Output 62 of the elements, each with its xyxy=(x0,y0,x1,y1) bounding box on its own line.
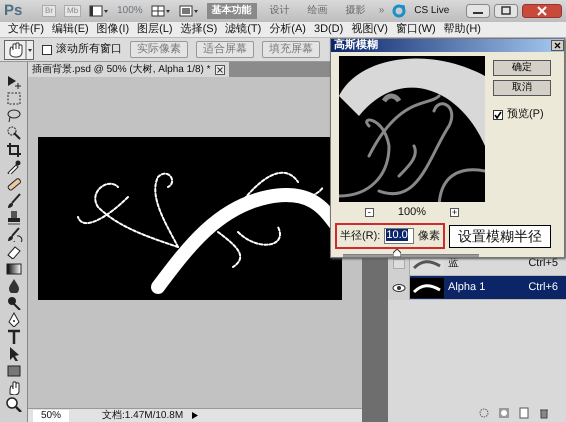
cs-live-menu[interactable]: CS Live xyxy=(414,5,450,17)
shortcut-text: Ctrl+6 xyxy=(528,280,558,294)
unit-label: 像素 xyxy=(418,230,440,243)
new-channel-icon[interactable] xyxy=(518,407,530,419)
zoom-icon[interactable] xyxy=(4,396,22,412)
zoom-in-button[interactable]: + xyxy=(450,208,460,218)
view-extras-icon[interactable] xyxy=(89,5,110,17)
document-size-text: 文档:1.47M/10.8M xyxy=(102,410,184,422)
menu-item[interactable]: 选择(S) xyxy=(176,22,222,36)
channel-name: Alpha 1 xyxy=(448,280,486,294)
visibility-toggle[interactable] xyxy=(392,258,404,268)
checkbox[interactable] xyxy=(493,110,503,120)
menu-item[interactable]: 帮助(H) xyxy=(440,22,485,36)
workspace-tab[interactable]: 绘画 xyxy=(302,3,333,19)
slider-thumb[interactable] xyxy=(393,249,402,258)
menu-item[interactable]: 编辑(E) xyxy=(48,22,93,36)
radius-label: 半径(R): xyxy=(340,230,380,243)
eyedropper-tool-icon[interactable] xyxy=(4,158,22,174)
zoom-level-text: 100% xyxy=(398,206,426,220)
menu-item[interactable]: 3D(D) xyxy=(310,22,348,36)
checkbox[interactable] xyxy=(42,44,52,54)
option-button[interactable]: 实际像素 xyxy=(130,40,188,58)
channel-name: 蓝 xyxy=(448,256,459,270)
menu-item[interactable]: 视图(V) xyxy=(347,22,392,36)
checkbox-label: 滚动所有窗口 xyxy=(56,42,122,56)
shortcut-text: Ctrl+5 xyxy=(528,256,558,270)
screen-mode-icon[interactable] xyxy=(178,5,199,17)
menu-item[interactable]: 滤镜(T) xyxy=(221,22,266,36)
close-icon[interactable] xyxy=(551,40,564,52)
option-button[interactable]: 适合屏幕 xyxy=(196,40,254,58)
app-logo: Ps xyxy=(4,2,24,20)
menu-item[interactable]: 窗口(W) xyxy=(392,22,440,36)
menu-item[interactable]: 图层(L) xyxy=(133,22,177,36)
hand-tool-icon[interactable] xyxy=(4,40,34,60)
menu-item[interactable]: 文件(F) xyxy=(4,22,48,36)
dialog-button[interactable]: 取消 xyxy=(493,80,551,96)
menu-item[interactable]: 图像(I) xyxy=(92,22,134,36)
callout-box: 设置模糊半径 xyxy=(449,224,551,248)
radius-input[interactable]: 10.0 xyxy=(384,228,414,244)
checkbox-label: 预览(P) xyxy=(507,108,544,122)
marquee-tool-icon[interactable] xyxy=(4,90,22,106)
close-icon[interactable] xyxy=(214,64,225,74)
maximize-icon[interactable] xyxy=(494,4,518,18)
dialog-button[interactable]: 确定 xyxy=(493,60,551,76)
zoom-out-button[interactable]: - xyxy=(364,208,374,218)
dialog-title: 高斯模糊 xyxy=(334,39,378,52)
menu-item[interactable]: 分析(A) xyxy=(265,22,310,36)
option-button[interactable]: 填充屏幕 xyxy=(262,40,320,58)
lasso-tool-icon[interactable] xyxy=(4,107,22,123)
minimize-icon[interactable] xyxy=(466,4,490,18)
dotted-circle-icon[interactable] xyxy=(478,407,490,419)
quick-selection-tool-icon[interactable] xyxy=(4,124,22,140)
mask-icon[interactable] xyxy=(498,407,510,419)
channel-row[interactable]: Alpha 1 Ctrl+6 xyxy=(388,276,566,300)
crop-tool-icon[interactable] xyxy=(4,141,22,157)
workspace-tab[interactable]: 摄影 xyxy=(340,3,371,19)
workspace-tab[interactable]: 设计 xyxy=(264,3,295,19)
eye-icon[interactable] xyxy=(392,284,406,292)
play-icon[interactable] xyxy=(191,411,200,420)
arrange-documents-icon[interactable] xyxy=(150,5,171,17)
zoom-field[interactable]: 50% xyxy=(32,408,70,422)
close-icon[interactable] xyxy=(522,4,562,18)
